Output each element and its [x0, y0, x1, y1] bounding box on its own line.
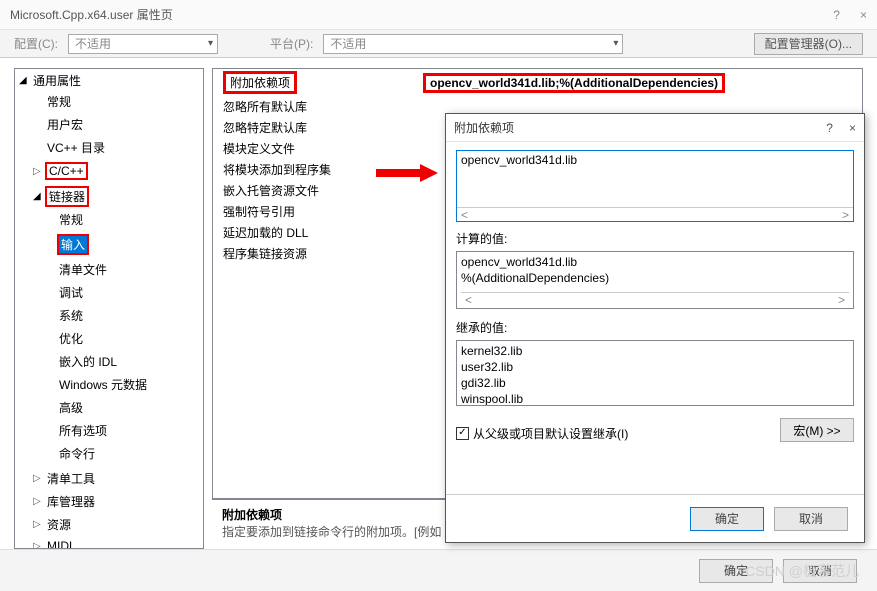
tree-item[interactable]: 优化	[15, 329, 203, 348]
table-row: 附加依赖项 opencv_world341d.lib;%(AdditionalD…	[213, 69, 862, 96]
list-item: kernel32.lib	[461, 343, 849, 359]
ok-button[interactable]: 确定	[699, 559, 773, 583]
config-label: 配置(C):	[14, 35, 58, 52]
list-item: opencv_world341d.lib	[461, 254, 849, 270]
tree-item[interactable]: 清单文件	[15, 260, 203, 279]
close-icon[interactable]: ×	[849, 121, 856, 135]
tree-item[interactable]: 嵌入的 IDL	[15, 352, 203, 371]
inherited-list: kernel32.lib user32.lib gdi32.lib winspo…	[456, 340, 854, 406]
list-item: user32.lib	[461, 359, 849, 375]
inherit-checkbox[interactable]: ✓	[456, 427, 469, 440]
dialog-footer: 确定 取消	[446, 494, 864, 542]
list-item: winspool.lib	[461, 391, 849, 406]
window-title: Microsoft.Cpp.x64.user 属性页	[10, 6, 833, 23]
help-icon[interactable]: ?	[833, 8, 840, 22]
dialog-cancel-button[interactable]: 取消	[774, 507, 848, 531]
tree-item-input[interactable]: 输入	[15, 233, 203, 256]
titlebar: Microsoft.Cpp.x64.user 属性页 ? ×	[0, 0, 877, 30]
additional-deps-dialog: 附加依赖项 ? × opencv_world341d.lib <> 计算的值: …	[445, 113, 865, 543]
macros-button[interactable]: 宏(M) >>	[780, 418, 854, 442]
tree-item[interactable]: VC++ 目录	[15, 138, 203, 157]
tree-item[interactable]: 用户宏	[15, 115, 203, 134]
list-item: gdi32.lib	[461, 375, 849, 391]
tree-item[interactable]: ▷清单工具	[15, 469, 203, 488]
tree-item[interactable]: 调试	[15, 283, 203, 302]
tree-item[interactable]: 高级	[15, 398, 203, 417]
tree-item[interactable]: 所有选项	[15, 421, 203, 440]
arrow-icon	[376, 164, 438, 182]
close-icon[interactable]: ×	[860, 8, 867, 22]
deps-input[interactable]: opencv_world341d.lib <>	[456, 150, 854, 222]
inherited-label: 继承的值:	[456, 319, 854, 336]
dialog-title: 附加依赖项	[454, 119, 826, 136]
tree-item[interactable]: ▷资源	[15, 515, 203, 534]
help-icon[interactable]: ?	[826, 121, 833, 135]
cancel-button[interactable]: 取消	[783, 559, 857, 583]
tree-item[interactable]: 系统	[15, 306, 203, 325]
tree-root[interactable]: ◢通用属性	[15, 71, 203, 90]
computed-label: 计算的值:	[456, 230, 854, 247]
inherit-checkbox-label: 从父级或项目默认设置继承(I)	[473, 425, 628, 442]
toolbar: 配置(C): 不适用 平台(P): 不适用 配置管理器(O)...	[0, 30, 877, 58]
config-manager-button[interactable]: 配置管理器(O)...	[754, 33, 863, 55]
platform-label: 平台(P):	[270, 35, 313, 52]
list-item: %(AdditionalDependencies)	[461, 270, 849, 286]
tree-item[interactable]: 命令行	[15, 444, 203, 463]
tree-item[interactable]: ▷MIDL	[15, 538, 203, 549]
tree-item[interactable]: Windows 元数据	[15, 375, 203, 394]
tree-pane[interactable]: ◢通用属性 常规 用户宏 VC++ 目录 ▷C/C++ ◢链接器 常规 输入 清…	[14, 68, 204, 549]
platform-dropdown[interactable]: 不适用	[323, 34, 623, 54]
tree-item[interactable]: 常规	[15, 210, 203, 229]
config-dropdown[interactable]: 不适用	[68, 34, 218, 54]
tree-item-cc[interactable]: ▷C/C++	[15, 161, 203, 181]
dialog-titlebar: 附加依赖项 ? ×	[446, 114, 864, 142]
tree-item[interactable]: 常规	[15, 92, 203, 111]
dialog-ok-button[interactable]: 确定	[690, 507, 764, 531]
tree-item-linker[interactable]: ◢链接器	[15, 185, 203, 208]
main-footer: 确定 取消	[0, 549, 877, 591]
tree-item[interactable]: ▷库管理器	[15, 492, 203, 511]
computed-list: opencv_world341d.lib %(AdditionalDepende…	[456, 251, 854, 309]
